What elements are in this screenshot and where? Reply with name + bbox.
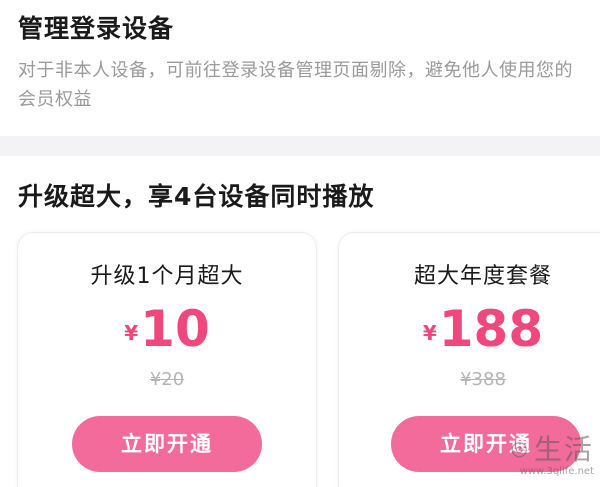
section-divider — [0, 136, 600, 156]
watermark-url: www.3qlife.net — [519, 466, 594, 477]
manage-devices-section: 管理登录设备 对于非本人设备，可前往登录设备管理页面剔除，避免他人使用您的会员权… — [0, 0, 600, 136]
currency-symbol: ¥ — [422, 321, 437, 345]
watermark-text: 生活 — [533, 433, 594, 466]
watermark-main: ◎ 生活 — [511, 428, 594, 468]
plan-card-monthly[interactable]: 升级1个月超大 ¥10 ¥20 立即开通 — [17, 232, 317, 487]
plan-name: 超大年度套餐 — [413, 264, 552, 289]
price-row: ¥10 — [18, 299, 316, 359]
watermark: ◎ 生活 www.3qlife.net — [511, 428, 594, 477]
manage-devices-title: 管理登录设备 — [18, 14, 175, 43]
price-row: ¥188 — [339, 299, 600, 359]
original-price-value: ¥20 — [149, 369, 185, 390]
watermark-logo-icon: ◎ — [510, 436, 528, 460]
original-price-value: ¥388 — [460, 369, 506, 390]
activate-button-monthly[interactable]: 立即开通 — [72, 416, 262, 472]
plan-name: 升级1个月超大 — [90, 264, 244, 289]
manage-devices-description: 对于非本人设备，可前往登录设备管理页面剔除，避免他人使用您的会员权益 — [18, 60, 573, 110]
plan-price: 188 — [438, 300, 544, 358]
device-upgrade-page: 管理登录设备 对于非本人设备，可前往登录设备管理页面剔除，避免他人使用您的会员权… — [0, 0, 600, 487]
currency-symbol: ¥ — [124, 321, 139, 345]
upgrade-title: 升级超大，享4台设备同时播放 — [18, 182, 375, 211]
original-price: ¥388 — [339, 369, 600, 390]
plan-price: 10 — [140, 300, 210, 358]
original-price: ¥20 — [18, 369, 316, 390]
upgrade-section: 升级超大，享4台设备同时播放 — [0, 182, 600, 212]
